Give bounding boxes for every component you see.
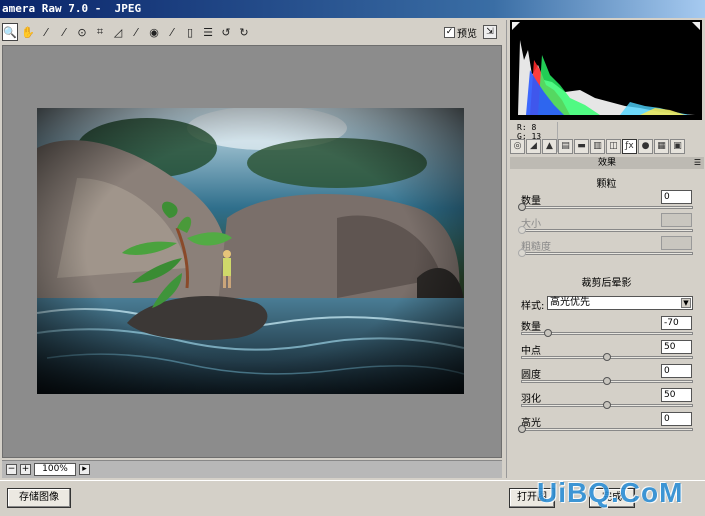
zoom-out-button[interactable]: − — [6, 464, 17, 475]
vignette-midpoint-label: 中点 — [521, 346, 541, 357]
vignette-feather-label: 羽化 — [521, 394, 541, 405]
grain-size-slider — [518, 226, 693, 234]
grain-heading: 颗粒 — [596, 179, 617, 190]
zoom-level-field[interactable]: 100% — [34, 463, 76, 476]
r-value: 8 — [531, 123, 537, 132]
vignette-feather-slider[interactable] — [521, 401, 693, 409]
tone-curve-tab-icon[interactable]: ◢ — [526, 139, 541, 154]
basic-tab-icon[interactable]: ◎ — [510, 139, 525, 154]
snapshots-tab-icon[interactable]: ▣ — [670, 139, 685, 154]
save-image-button[interactable]: 存储图像 — [7, 488, 71, 508]
watermark-text: UiBQ.CoM — [537, 477, 684, 508]
vignette-style-select[interactable]: 高光优先 ▼ — [547, 296, 693, 310]
vignette-amount-field[interactable]: -70 — [661, 316, 692, 330]
camera-raw-window: amera Raw 7.0 - JPEG 🔍 ✋ ⁄ ⁄ ⊙ ⌗ ◿ ⁄ ◉ ⁄… — [0, 0, 705, 516]
slider-thumb[interactable] — [543, 329, 552, 337]
slider-thumb[interactable] — [603, 377, 611, 385]
grain-amount-slider[interactable] — [518, 203, 693, 211]
grain-size-field — [661, 213, 692, 227]
vignette-roundness-slider[interactable] — [521, 377, 693, 385]
adjustment-brush-icon[interactable]: ⁄ — [164, 23, 180, 41]
lens-tab-icon[interactable]: ▥ — [590, 139, 605, 154]
target-adjust-icon[interactable]: ⊙ — [74, 23, 90, 41]
lens-profile-tab-icon[interactable]: ◫ — [606, 139, 621, 154]
zoom-icon[interactable]: 🔍 — [2, 23, 18, 41]
grain-amount-field[interactable]: 0 — [661, 190, 692, 204]
zoom-bar: − + 100% ▸ — [2, 460, 502, 478]
window-title: amera Raw 7.0 - JPEG — [0, 0, 705, 18]
fullscreen-icon[interactable]: ⇲ — [483, 25, 497, 39]
grain-roughness-field — [661, 236, 692, 250]
tool-bar: 🔍 ✋ ⁄ ⁄ ⊙ ⌗ ◿ ⁄ ◉ ⁄ ▯ ☰ ↺ ↻ — [0, 20, 503, 44]
vignette-roundness-field[interactable]: 0 — [661, 364, 692, 378]
vignette-highlights-slider[interactable] — [518, 425, 693, 433]
preview-toggle[interactable]: ✓ 预览 — [444, 25, 477, 40]
zoom-in-button[interactable]: + — [20, 464, 31, 475]
color-sampler-icon[interactable]: ⁄ — [56, 23, 72, 41]
hand-icon[interactable]: ✋ — [20, 23, 36, 41]
vignette-style-label: 样式: — [521, 301, 545, 312]
preview-label: 预览 — [457, 29, 477, 40]
vignette-midpoint-slider[interactable] — [521, 353, 693, 361]
slider-thumb[interactable] — [518, 425, 526, 433]
panel-tabs: ◎ ◢ ▲ ▤ ▬ ▥ ◫ ƒx ● ▦ ▣ — [510, 139, 704, 155]
red-eye-icon[interactable]: ◉ — [146, 23, 162, 41]
split-toning-tab-icon[interactable]: ▬ — [574, 139, 589, 154]
straighten-icon[interactable]: ◿ — [110, 23, 126, 41]
vignette-heading: 裁剪后晕影 — [581, 278, 632, 289]
vignette-feather-field[interactable]: 50 — [661, 388, 692, 402]
right-panel: R: 8 G: 13 B: 2 ◎ ◢ ▲ ▤ ▬ ▥ ◫ ƒx ● ▦ ▣ 效… — [506, 20, 705, 478]
presets-tab-icon[interactable]: ▦ — [654, 139, 669, 154]
vignette-highlights-field[interactable]: 0 — [661, 412, 692, 426]
graduated-filter-icon[interactable]: ▯ — [182, 23, 198, 41]
vignette-amount-label: 数量 — [521, 322, 541, 333]
rotate-cw-icon[interactable]: ↻ — [236, 23, 252, 41]
chevron-down-icon[interactable]: ▼ — [681, 298, 691, 308]
detail-tab-icon[interactable]: ▲ — [542, 139, 557, 154]
panel-title: 效果 ☰ — [510, 157, 704, 169]
vignette-midpoint-field[interactable]: 50 — [661, 340, 692, 354]
rotate-ccw-icon[interactable]: ↺ — [218, 23, 234, 41]
slider-thumb — [518, 226, 526, 234]
spot-removal-icon[interactable]: ⁄ — [128, 23, 144, 41]
histogram — [510, 20, 702, 120]
panel-menu-icon[interactable]: ☰ — [694, 157, 701, 169]
slider-thumb[interactable] — [603, 401, 611, 409]
effects-tab-icon[interactable]: ƒx — [622, 139, 637, 154]
footer-bar: 存储图像 打开图 完成 UiBQ.CoM — [0, 477, 705, 516]
slider-thumb[interactable] — [603, 353, 611, 361]
camera-calibration-tab-icon[interactable]: ● — [638, 139, 653, 154]
preferences-icon[interactable]: ☰ — [200, 23, 216, 41]
hsl-tab-icon[interactable]: ▤ — [558, 139, 573, 154]
zoom-menu-icon[interactable]: ▸ — [79, 464, 90, 475]
preview-image[interactable] — [37, 108, 464, 394]
slider-thumb — [518, 249, 526, 257]
slider-thumb[interactable] — [518, 203, 526, 211]
white-balance-icon[interactable]: ⁄ — [38, 23, 54, 41]
grain-roughness-slider — [518, 249, 693, 257]
vignette-amount-slider[interactable] — [521, 329, 693, 337]
preview-checkbox[interactable]: ✓ — [444, 27, 455, 38]
crop-icon[interactable]: ⌗ — [92, 23, 108, 41]
vignette-roundness-label: 圆度 — [521, 370, 541, 381]
